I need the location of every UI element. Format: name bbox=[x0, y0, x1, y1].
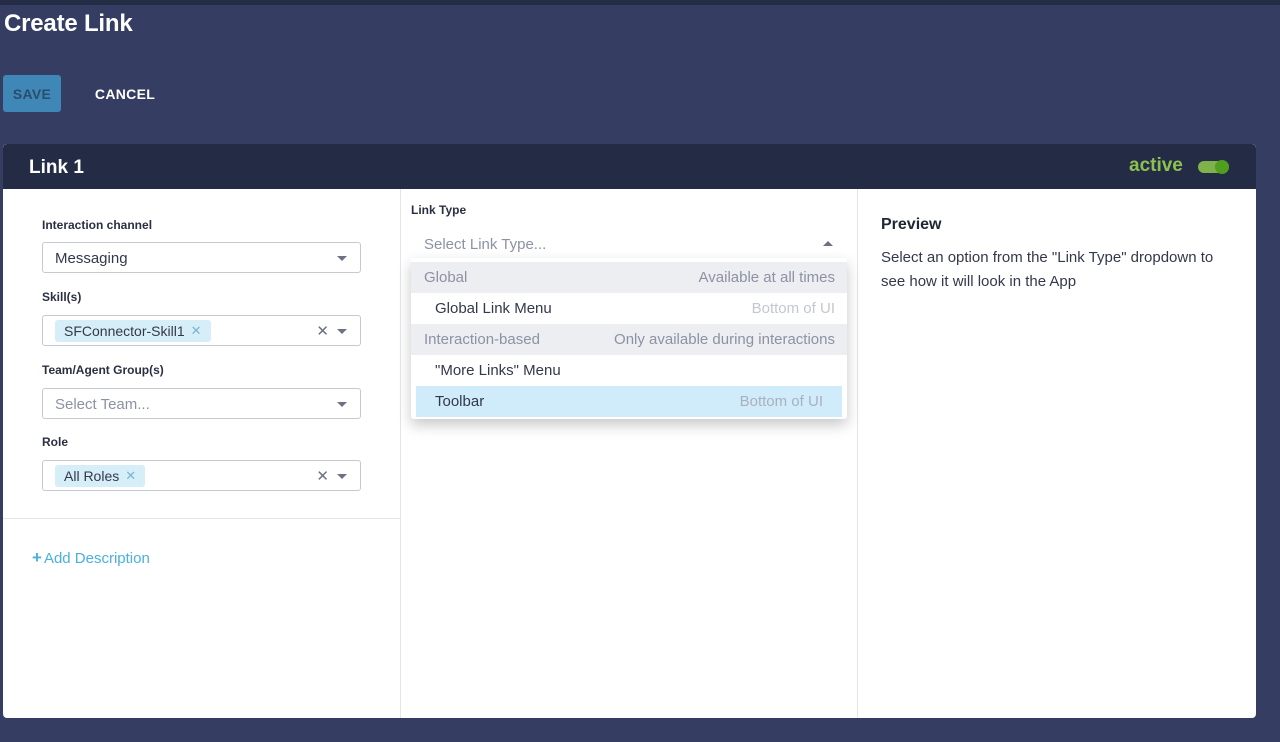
team-select[interactable]: Select Team... bbox=[42, 388, 361, 419]
option-label: Toolbar bbox=[435, 393, 485, 410]
dropdown-option-global-link-menu[interactable]: Global Link Menu Bottom of UI bbox=[411, 293, 847, 324]
status-label: active bbox=[1129, 155, 1183, 176]
section-divider bbox=[3, 518, 400, 519]
column-divider bbox=[400, 189, 401, 718]
option-hint: Bottom of UI bbox=[751, 300, 835, 317]
skills-select[interactable]: SFConnector-Skill1 ✕ ✕ bbox=[42, 315, 361, 346]
link-type-dropdown-menu: Global Available at all times Global Lin… bbox=[411, 258, 847, 419]
role-chip: All Roles ✕ bbox=[55, 465, 146, 487]
role-select[interactable]: All Roles ✕ ✕ bbox=[42, 460, 361, 491]
skill-chip: SFConnector-Skill1 ✕ bbox=[55, 320, 211, 342]
preview-text: Select an option from the "Link Type" dr… bbox=[881, 249, 1214, 290]
preview-title: Preview bbox=[881, 216, 942, 233]
role-label: Role bbox=[42, 435, 69, 449]
dropdown-option-more-links-menu[interactable]: "More Links" Menu bbox=[411, 355, 847, 386]
save-button[interactable]: SAVE bbox=[3, 75, 61, 112]
dropdown-group-interaction-based: Interaction-based Only available during … bbox=[411, 324, 847, 355]
skill-chip-label: SFConnector-Skill1 bbox=[64, 323, 185, 339]
group-hint: Only available during interactions bbox=[614, 331, 835, 348]
group-label: Interaction-based bbox=[424, 331, 540, 348]
top-strip bbox=[0, 0, 1280, 5]
option-label: "More Links" Menu bbox=[435, 362, 561, 379]
chevron-down-icon[interactable] bbox=[337, 402, 347, 407]
interaction-channel-select[interactable]: Messaging bbox=[42, 242, 361, 273]
card-header: Link 1 active bbox=[3, 144, 1256, 189]
chevron-down-icon[interactable] bbox=[337, 474, 347, 479]
group-label: Global bbox=[424, 269, 468, 286]
cancel-button[interactable]: CANCEL bbox=[86, 75, 164, 112]
team-placeholder: Select Team... bbox=[55, 396, 150, 413]
add-description-label: Add Description bbox=[43, 549, 150, 567]
option-hint: Bottom of UI bbox=[739, 393, 823, 410]
active-toggle[interactable] bbox=[1198, 160, 1229, 174]
link-type-select[interactable]: Select Link Type... bbox=[411, 228, 847, 259]
column-divider bbox=[857, 189, 858, 718]
remove-chip-icon[interactable]: ✕ bbox=[191, 323, 202, 339]
add-description-link[interactable]: + Add Description bbox=[32, 548, 150, 568]
role-chip-label: All Roles bbox=[64, 468, 120, 484]
team-label: Team/Agent Group(s) bbox=[42, 363, 164, 377]
link-type-label: Link Type bbox=[411, 203, 467, 217]
dropdown-option-toolbar[interactable]: Toolbar Bottom of UI bbox=[416, 386, 842, 417]
group-hint: Available at all times bbox=[698, 269, 835, 286]
link-card: Link 1 active Interaction channel Messag… bbox=[3, 144, 1256, 718]
plus-icon: + bbox=[32, 548, 42, 567]
page-title: Create Link bbox=[4, 10, 133, 37]
chevron-down-icon[interactable] bbox=[337, 329, 347, 334]
toggle-knob bbox=[1215, 160, 1229, 174]
option-label: Global Link Menu bbox=[435, 300, 552, 317]
chevron-down-icon[interactable] bbox=[337, 256, 347, 261]
remove-chip-icon[interactable]: ✕ bbox=[125, 468, 136, 484]
clear-icon[interactable]: ✕ bbox=[316, 467, 329, 485]
chevron-up-icon[interactable] bbox=[823, 241, 833, 246]
dropdown-group-global: Global Available at all times bbox=[411, 262, 847, 293]
skills-label: Skill(s) bbox=[42, 290, 82, 304]
interaction-channel-label: Interaction channel bbox=[42, 218, 153, 232]
link-type-placeholder: Select Link Type... bbox=[424, 236, 547, 253]
card-title: Link 1 bbox=[29, 157, 84, 178]
interaction-channel-value: Messaging bbox=[55, 250, 128, 267]
clear-icon[interactable]: ✕ bbox=[316, 322, 329, 340]
